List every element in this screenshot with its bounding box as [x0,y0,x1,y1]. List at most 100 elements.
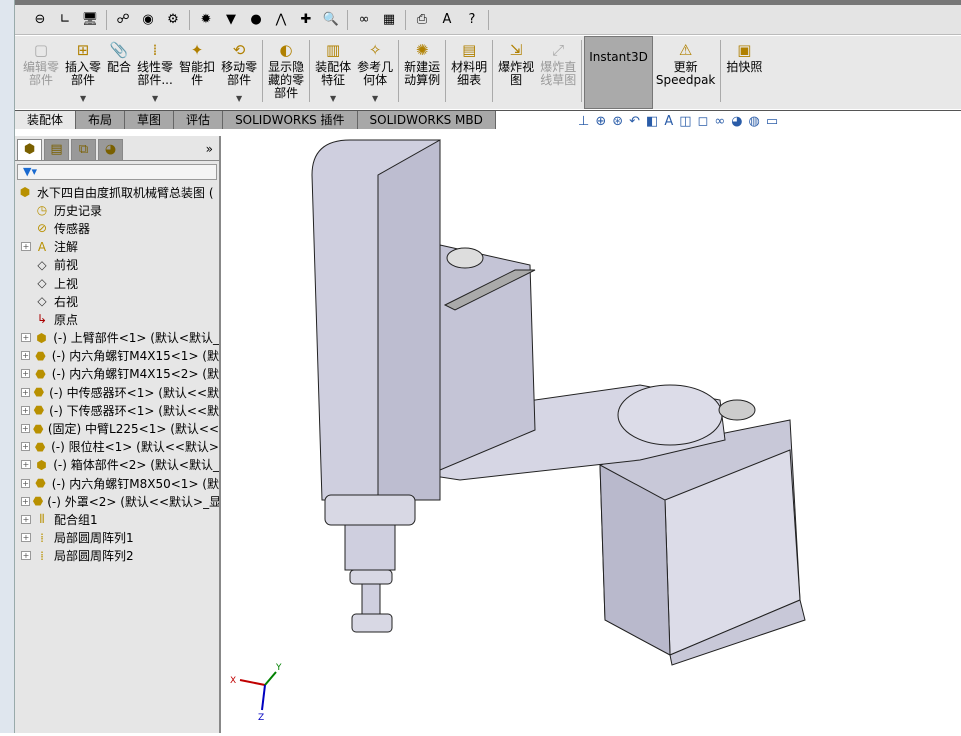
tree-item[interactable]: + A 注解 [15,238,219,256]
command-button-motion-study[interactable]: ✺ 新建运 动算例 [401,36,443,109]
appearance-icon[interactable]: ◕ [731,114,742,129]
expand-icon[interactable]: + [21,387,30,397]
panel-tab-display-manager[interactable]: ◕ [98,139,123,161]
tree-item[interactable]: + ⁞ 局部圆周阵列2 [15,547,219,565]
tab-3[interactable]: 评估 [174,111,224,129]
dropdown-arrow-icon[interactable]: ▼ [152,92,158,105]
pin-icon[interactable]: ● [247,11,265,29]
section-view-icon[interactable]: ◧ [646,114,658,129]
tree-item[interactable]: ◇ 右视 [15,292,219,310]
expand-icon[interactable]: + [21,496,30,506]
tree-item[interactable]: + ⬣ (固定) 中臂L225<1> (默认<< [15,419,219,437]
command-button-bom[interactable]: ▤ 材料明 细表 [448,36,490,109]
dropdown-arrow-icon[interactable]: ▼ [80,92,86,105]
tree-item[interactable]: + ⁞ 局部圆周阵列1 [15,529,219,547]
expand-icon[interactable]: + [21,442,31,452]
tree-item[interactable]: ◇ 上视 [15,274,219,292]
command-button-instant3d[interactable]: Instant3D [584,36,653,109]
zoom-area-icon[interactable]: ⊛ [612,114,623,129]
cross-icon[interactable]: ✚ [297,11,315,29]
tree-item[interactable]: + ⬣ (-) 外罩<2> (默认<<默认>_显 [15,492,219,510]
view-settings-icon[interactable]: ▭ [766,114,778,129]
display-icon[interactable]: 🖥 [81,11,99,29]
expand-icon[interactable]: + [21,351,31,361]
expand-icon[interactable]: + [21,514,31,524]
graphics-viewport[interactable]: X Y Z [221,129,961,733]
dynamic-annotation-icon[interactable]: A [664,114,673,129]
command-button-smart-fastener[interactable]: ✦ 智能扣 件 [176,36,218,109]
command-button-insert-component[interactable]: ⊞ 插入零 部件 ▼ [62,36,104,109]
text-icon[interactable]: A [438,11,456,29]
zoom-icon[interactable]: 🔍 [322,11,340,29]
command-button-speedpak[interactable]: ⚠ 更新 Speedpak [653,36,719,109]
globe-icon[interactable]: ◉ [139,11,157,29]
hole-icon[interactable]: ⊖ [31,11,49,29]
expand-icon[interactable]: + [21,533,31,543]
tree-item[interactable]: + ⬣ (-) 下传感器环<1> (默认<<默 [15,401,219,419]
tree-item[interactable]: + ⬣ (-) 内六角螺钉M4X15<2> (默 [15,365,219,383]
tree-item[interactable]: ⬢ 水下四自由度抓取机械臂总装图 ( [15,183,219,201]
command-button-exploded-view[interactable]: ⇲ 爆炸视 图 [495,36,537,109]
binoculars-icon[interactable]: ∞ [355,11,373,29]
tree-item[interactable]: + ⬣ (-) 内六角螺钉M4X15<1> (默 [15,347,219,365]
tab-5[interactable]: SOLIDWORKS MBD [357,111,496,129]
more-tabs-button[interactable]: » [206,139,213,160]
tab-2[interactable]: 草图 [125,111,175,129]
view-normal-icon[interactable]: ⊥ [578,114,589,129]
view-orientation-icon[interactable]: ◫ [679,114,691,129]
gear-dark-icon[interactable]: ✹ [197,11,215,29]
spring-icon[interactable]: ⋀ [272,11,290,29]
tree-item[interactable]: ◷ 历史记录 [15,201,219,219]
gear-icon[interactable]: ⚙ [164,11,182,29]
network-icon[interactable]: ☍ [114,11,132,29]
help-icon[interactable]: ? [463,11,481,29]
command-button-assembly-feature[interactable]: ▥ 装配体 特征 ▼ [312,36,354,109]
tree-item[interactable]: ⊘ 传感器 [15,219,219,237]
zoom-fit-icon[interactable]: ⊕ [595,114,606,129]
command-button-explode-line[interactable]: ⤢ 爆炸直 线草图 [537,36,579,109]
command-button-mate[interactable]: 📎 配合 [104,36,134,109]
feature-manager-panel: ⬢ ▤ ⧉ ◕» ▼▾ ⬢ 水下四自由度抓取机械臂总装图 (◷ 历史记录 ⊘ 传感器 + A 注解 ◇… [15,136,221,733]
expand-icon[interactable]: + [21,478,31,488]
dropdown-arrow-icon[interactable]: ▼ [236,92,242,105]
dropdown-arrow-icon[interactable]: ▼ [330,92,336,105]
command-button-move-component[interactable]: ⟲ 移动零 部件 ▼ [218,36,260,109]
expand-icon[interactable]: + [21,551,31,561]
tab-4[interactable]: SOLIDWORKS 插件 [223,111,358,129]
tab-0[interactable]: 装配体 [15,111,77,129]
panel-tab-configuration-manager[interactable]: ⧉ [71,139,96,161]
tree-item[interactable]: + ⦀ 配合组1 [15,510,219,528]
tree-item[interactable]: ◇ 前视 [15,256,219,274]
tree-item[interactable]: + ⬣ (-) 内六角螺钉M8X50<1> (默 [15,474,219,492]
panel-tab-property-manager[interactable]: ▤ [44,139,69,161]
panel-tab-feature-manager[interactable]: ⬢ [17,139,42,161]
funnel-icon[interactable]: ▼ [222,11,240,29]
tree-filter[interactable]: ▼▾ [17,164,217,180]
angle-icon[interactable]: ∟ [56,11,74,29]
dropdown-arrow-icon[interactable]: ▼ [372,92,378,105]
tree-item[interactable]: + ⬢ (-) 箱体部件<2> (默认<默认_ [15,456,219,474]
expand-icon[interactable]: + [21,405,30,415]
command-button-linear-pattern[interactable]: ⁞ 线性零 部件... ▼ [134,36,176,109]
expand-icon[interactable]: + [21,333,31,343]
command-button-snapshot[interactable]: ▣ 拍快照 [723,36,765,109]
previous-view-icon[interactable]: ↶ [629,114,640,129]
excel-icon[interactable]: ▦ [380,11,398,29]
command-button-edit-component[interactable]: ▢ 编辑零 部件 [20,36,62,109]
standard-toolbar: ⊖ ∟ 🖥 ☍ ◉ ⚙ ✹ ▼ ● ⋀ ✚ 🔍 ∞ ▦ ⎙ A? [15,5,961,35]
tree-item[interactable]: ↳ 原点 [15,310,219,328]
scene-icon[interactable]: ◍ [749,114,760,129]
expand-icon[interactable]: + [21,424,30,434]
command-button-show-hidden[interactable]: ◐ 显示隐 藏的零 部件 [265,36,307,109]
expand-icon[interactable]: + [21,242,31,252]
hide-show-icon[interactable]: ∞ [714,114,725,129]
command-button-reference-geometry[interactable]: ✧ 参考几 何体 ▼ [354,36,396,109]
display-style-icon[interactable]: ◻ [698,114,709,129]
tree-item[interactable]: + ⬣ (-) 限位柱<1> (默认<<默认> [15,438,219,456]
expand-icon[interactable]: + [21,369,31,379]
tree-item[interactable]: + ⬢ (-) 上臂部件<1> (默认<默认_ [15,329,219,347]
tree-item[interactable]: + ⬣ (-) 中传感器环<1> (默认<<默 [15,383,219,401]
print-icon[interactable]: ⎙ [413,11,431,29]
tab-1[interactable]: 布局 [76,111,126,129]
expand-icon[interactable]: + [21,460,31,470]
